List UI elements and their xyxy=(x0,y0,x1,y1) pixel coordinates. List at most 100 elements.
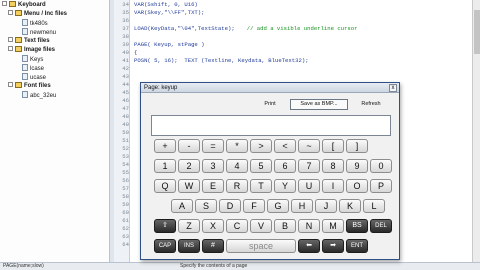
line-number: 59 xyxy=(122,201,129,208)
expand-icon[interactable] xyxy=(8,10,13,15)
line-number: 55 xyxy=(122,169,129,176)
key-f[interactable]: F xyxy=(243,199,265,213)
close-icon[interactable]: x xyxy=(389,84,397,92)
key-arrow-right[interactable]: ➡ xyxy=(322,239,344,253)
expand-icon[interactable] xyxy=(8,82,13,87)
tree-file-label: Keys xyxy=(30,57,44,63)
key-h[interactable]: H xyxy=(291,199,313,213)
tree-folder[interactable]: Image files xyxy=(8,46,55,55)
key-minus[interactable]: - xyxy=(178,139,200,153)
tree-file[interactable]: lcase xyxy=(22,64,44,73)
key-hash[interactable]: # xyxy=(202,239,224,253)
tree-file-label: newmenu xyxy=(30,30,57,36)
key-u[interactable]: U xyxy=(298,179,320,193)
editor-vertical-scrollbar[interactable] xyxy=(472,0,480,262)
tree-file[interactable]: Keys xyxy=(22,55,43,64)
code-line[interactable]: VAR(Skey,"\\FF",TXT); xyxy=(134,9,205,17)
code-text: LOAD(KeyData,"\04",TextState); xyxy=(134,25,235,32)
key-e[interactable]: E xyxy=(202,179,224,193)
key-l[interactable]: L xyxy=(363,199,385,213)
scrollbar-thumb[interactable] xyxy=(474,10,480,54)
key-enter[interactable]: ENT xyxy=(346,239,368,253)
code-text: VAR(Sshift, 0, U16) xyxy=(134,1,198,8)
key-caps-lock[interactable]: CAP xyxy=(154,239,176,253)
key-x[interactable]: X xyxy=(202,219,224,233)
tree-folder[interactable]: Font files xyxy=(8,82,51,91)
code-line[interactable]: POSN( 5, 16); TEXT (Textline, Keydata, B… xyxy=(134,57,309,65)
key-6[interactable]: 6 xyxy=(274,159,296,173)
code-line[interactable]: PAGE( Keyup, stPage ) xyxy=(134,41,205,49)
tree-root[interactable]: Keyboard xyxy=(2,1,46,10)
key-b[interactable]: B xyxy=(274,219,296,233)
key-1[interactable]: 1 xyxy=(154,159,176,173)
tree-folder[interactable]: Menu / Inc files xyxy=(8,10,67,19)
expand-icon[interactable] xyxy=(2,1,7,6)
tree-file[interactable]: tk480s xyxy=(22,19,48,28)
key-delete[interactable]: DEL xyxy=(370,219,392,233)
key-o[interactable]: O xyxy=(346,179,368,193)
key-n[interactable]: N xyxy=(298,219,320,233)
key-left-bracket[interactable]: [ xyxy=(322,139,344,153)
line-number: 42 xyxy=(122,65,129,72)
folder-icon xyxy=(9,1,16,7)
key-equals[interactable]: = xyxy=(202,139,224,153)
key-8[interactable]: 8 xyxy=(322,159,344,173)
refresh-button[interactable]: Refresh xyxy=(353,99,389,110)
key-tilde[interactable]: ~ xyxy=(298,139,320,153)
key-plus[interactable]: + xyxy=(154,139,176,153)
line-number: 56 xyxy=(122,177,129,184)
code-line[interactable]: { xyxy=(134,49,137,57)
key-3[interactable]: 3 xyxy=(202,159,224,173)
tree-file[interactable]: newmenu xyxy=(22,28,56,37)
key-2[interactable]: 2 xyxy=(178,159,200,173)
key-s[interactable]: S xyxy=(195,199,217,213)
key-arrow-left[interactable]: ⬅ xyxy=(298,239,320,253)
key-q[interactable]: Q xyxy=(154,179,176,193)
key-4[interactable]: 4 xyxy=(226,159,248,173)
key-m[interactable]: M xyxy=(322,219,344,233)
key-5[interactable]: 5 xyxy=(250,159,272,173)
key-z[interactable]: Z xyxy=(178,219,200,233)
key-greater-than[interactable]: > xyxy=(250,139,272,153)
project-tree[interactable]: Keyboard Menu / Inc files tk480s newmenu Tex… xyxy=(0,0,110,262)
key-0[interactable]: 0 xyxy=(370,159,392,173)
key-space[interactable]: space xyxy=(226,239,296,253)
code-line[interactable]: LOAD(KeyData,"\04",TextState); // add a v… xyxy=(134,25,358,33)
key-v[interactable]: V xyxy=(250,219,272,233)
key-y[interactable]: Y xyxy=(274,179,296,193)
key-k[interactable]: K xyxy=(339,199,361,213)
key-w[interactable]: W xyxy=(178,179,200,193)
key-backspace[interactable]: BS xyxy=(346,219,368,233)
folder-icon xyxy=(15,46,22,52)
tree-folder[interactable]: Text files xyxy=(8,37,50,46)
key-g[interactable]: G xyxy=(267,199,289,213)
tree-file[interactable]: ucase xyxy=(22,73,46,82)
key-7[interactable]: 7 xyxy=(298,159,320,173)
key-r[interactable]: R xyxy=(226,179,248,193)
key-d[interactable]: D xyxy=(219,199,241,213)
tree-file[interactable]: abc_32eu xyxy=(22,91,56,100)
key-shift[interactable]: ⇧ xyxy=(154,219,176,233)
save-as-bmp-button[interactable]: Save as BMP... xyxy=(290,99,348,110)
tree-file-label: lcase xyxy=(30,66,45,72)
code-line[interactable]: VAR(Sshift, 0, U16) xyxy=(134,1,198,9)
key-insert[interactable]: INS xyxy=(178,239,200,253)
keyboard-input-field[interactable] xyxy=(151,115,391,136)
dialog-titlebar[interactable]: Page: keyup x xyxy=(141,83,399,93)
key-asterisk[interactable]: * xyxy=(226,139,248,153)
key-less-than[interactable]: < xyxy=(274,139,296,153)
key-right-bracket[interactable]: ] xyxy=(346,139,368,153)
key-t[interactable]: T xyxy=(250,179,272,193)
key-j[interactable]: J xyxy=(315,199,337,213)
file-icon xyxy=(22,28,28,35)
ide-window: Keyboard Menu / Inc files tk480s newmenu Tex… xyxy=(0,0,480,270)
expand-icon[interactable] xyxy=(8,46,13,51)
key-c[interactable]: C xyxy=(226,219,248,233)
key-a[interactable]: A xyxy=(171,199,193,213)
print-button[interactable]: Print xyxy=(259,99,281,110)
expand-icon[interactable] xyxy=(8,37,13,42)
key-i[interactable]: I xyxy=(322,179,344,193)
line-number: 53 xyxy=(122,153,129,160)
key-9[interactable]: 9 xyxy=(346,159,368,173)
key-p[interactable]: P xyxy=(370,179,392,193)
